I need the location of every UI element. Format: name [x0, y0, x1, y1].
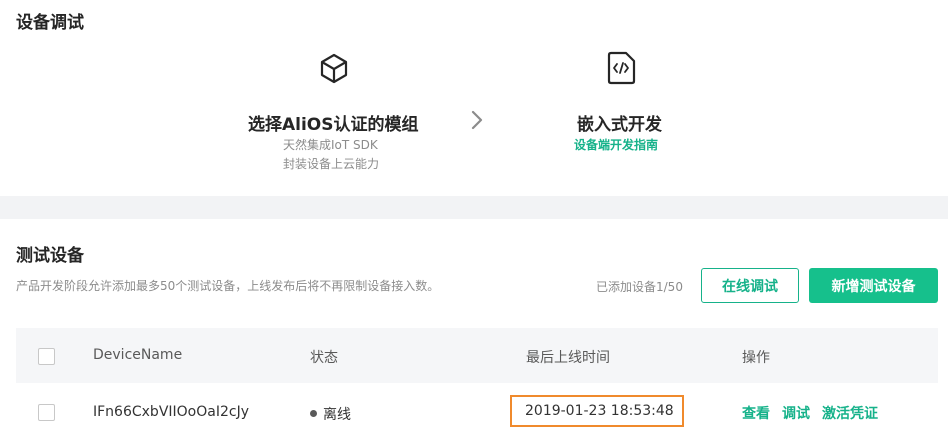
status-cell: 离线: [310, 404, 351, 424]
add-test-device-button[interactable]: 新增测试设备: [809, 268, 938, 303]
column-device-name: DeviceName: [93, 347, 183, 363]
code-document-icon: [604, 50, 638, 90]
device-name-cell: IFn66CxbVIIOoOaI2cJy: [93, 404, 249, 420]
debug-link[interactable]: 调试: [782, 403, 810, 423]
activation-credential-link[interactable]: 激活凭证: [822, 403, 878, 423]
view-link[interactable]: 查看: [742, 403, 770, 423]
column-actions: 操作: [742, 350, 770, 366]
status-dot-icon: [310, 410, 317, 417]
test-devices-panel: 测试设备 产品开发阶段允许添加最多50个测试设备，上线发布后将不再限制设备接入数…: [0, 219, 948, 433]
device-debug-panel: 设备调试 选择AliOS认证的模组 天然集成IoT SDK 封装设备上云能力 嵌…: [0, 0, 948, 196]
column-status: 状态: [310, 350, 338, 366]
column-last-online: 最后上线时间: [526, 350, 610, 366]
section-title: 设备调试: [16, 13, 84, 33]
step-title-module: 选择AliOS认证的模组: [248, 115, 419, 135]
last-online-cell: 2019-01-23 18:53:48: [525, 403, 674, 419]
status-text: 离线: [323, 407, 351, 423]
device-dev-guide-link[interactable]: 设备端开发指南: [574, 136, 658, 153]
chevron-right-icon: [470, 110, 484, 134]
cube-icon: [318, 52, 350, 88]
test-devices-hint: 产品开发阶段允许添加最多50个测试设备，上线发布后将不再限制设备接入数。: [16, 279, 440, 293]
step-desc-line1: 天然集成IoT SDK: [283, 138, 378, 152]
step-title-embedded: 嵌入式开发: [577, 115, 662, 135]
device-count: 已添加设备1/50: [596, 280, 683, 294]
test-devices-title: 测试设备: [16, 246, 84, 266]
select-all-checkbox[interactable]: [38, 348, 55, 365]
step-desc-line2: 封装设备上云能力: [283, 157, 380, 171]
online-debug-button[interactable]: 在线调试: [701, 268, 799, 303]
row-checkbox[interactable]: [38, 404, 55, 421]
